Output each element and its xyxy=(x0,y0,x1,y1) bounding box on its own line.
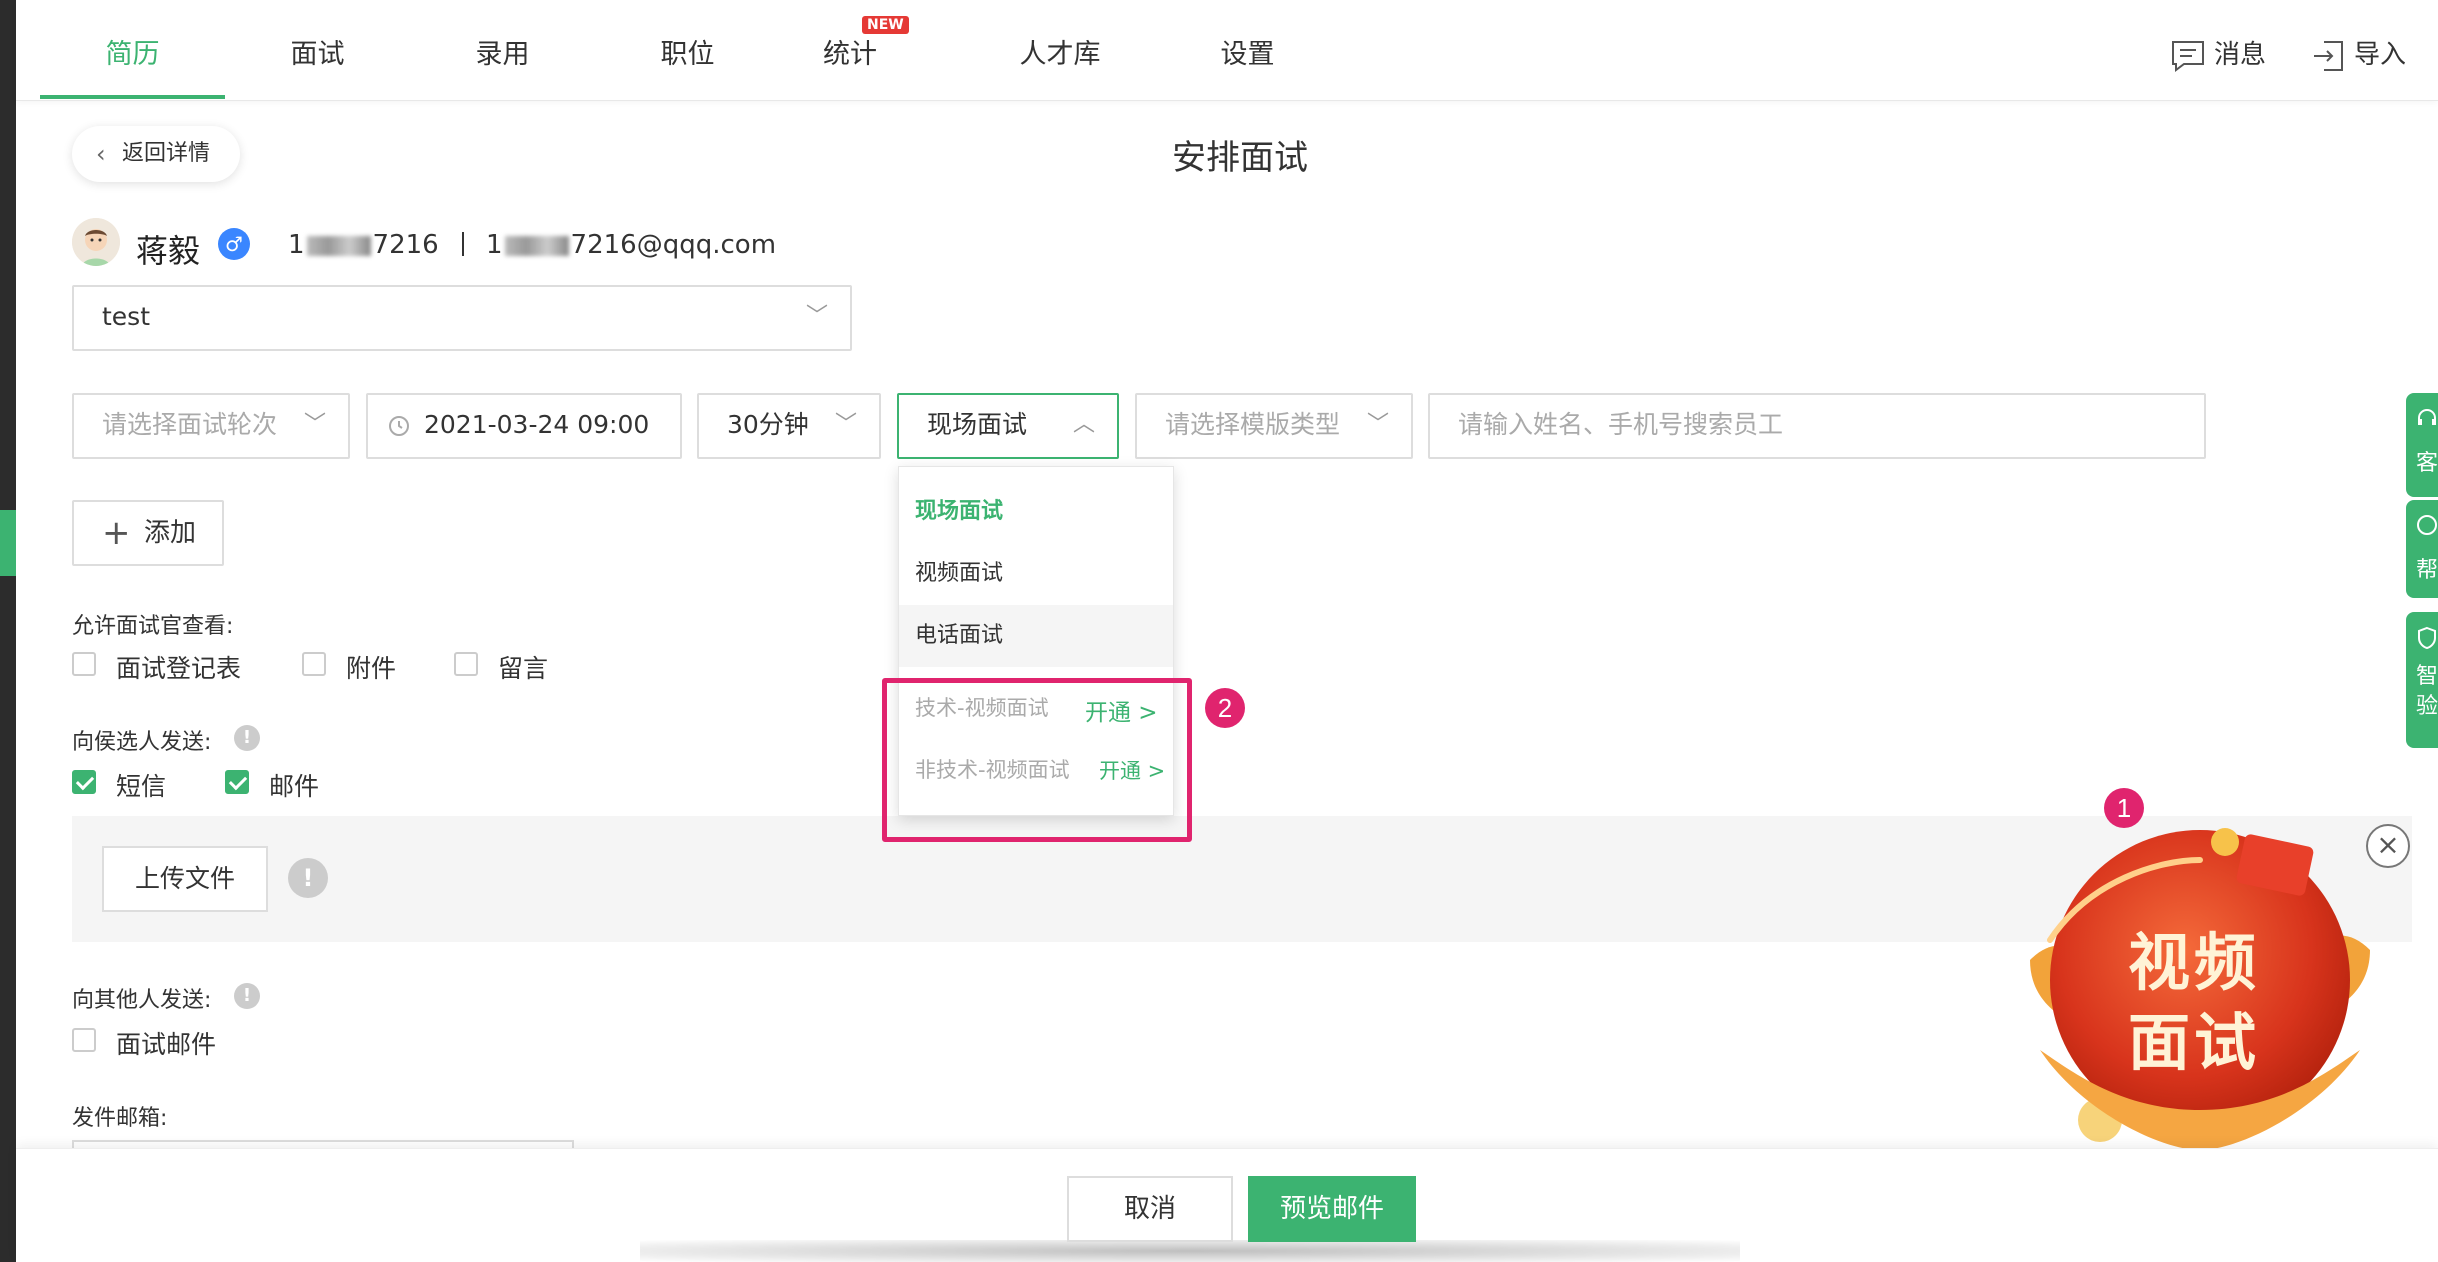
candidate-name: 蒋毅 xyxy=(136,232,201,270)
attachment-label: 附件 xyxy=(346,654,397,683)
registration-form-label: 面试登记表 xyxy=(116,654,242,683)
chevron-down-icon: ﹀ xyxy=(1366,412,1389,437)
back-to-details-button[interactable]: ‹ 返回详情 xyxy=(72,126,240,182)
message-label: 留言 xyxy=(498,654,549,683)
chevron-up-icon: ︿ xyxy=(1072,412,1095,437)
info-icon[interactable]: ! xyxy=(234,725,260,751)
phone-masked xyxy=(306,235,371,256)
email-prefix: 1 xyxy=(486,230,503,260)
message-icon xyxy=(2172,40,2204,72)
option-video-interview[interactable]: 视频面试 xyxy=(899,543,1173,605)
interview-type-value: 现场面试 xyxy=(927,410,1028,439)
phone-prefix: 1 xyxy=(288,230,305,260)
highlight-annotation-box xyxy=(882,678,1192,842)
chevron-down-icon: ﹀ xyxy=(805,304,828,329)
sms-label: 短信 xyxy=(116,772,167,801)
preview-email-button[interactable]: 预览邮件 xyxy=(1248,1176,1416,1242)
left-edge-indicator xyxy=(0,510,16,576)
side-tab-customer-service[interactable]: 客 xyxy=(2406,393,2438,497)
email-checkbox[interactable] xyxy=(225,770,249,794)
side-tab-help[interactable]: 帮 xyxy=(2406,500,2438,598)
help-icon xyxy=(2417,515,2437,535)
import-icon xyxy=(2314,40,2343,71)
datetime-picker[interactable]: 2021-03-24 09:00 xyxy=(366,393,682,459)
message-checkbox[interactable] xyxy=(454,652,478,676)
side-tab-smart-verify[interactable]: 智验 xyxy=(2406,612,2438,748)
option-onsite-interview[interactable]: 现场面试 xyxy=(899,481,1173,543)
upload-file-button[interactable]: 上传文件 xyxy=(102,846,268,912)
chevron-down-icon: ﹀ xyxy=(834,412,857,437)
send-to-others-title: 向其他人发送: xyxy=(72,988,212,1013)
attachment-checkbox[interactable] xyxy=(302,652,326,676)
chevron-down-icon: ﹀ xyxy=(303,412,326,437)
info-icon[interactable]: ! xyxy=(288,858,328,898)
email-label: 邮件 xyxy=(269,772,320,801)
nav-tab-talent-pool[interactable]: 人才库 xyxy=(965,10,1155,100)
datetime-value: 2021-03-24 09:00 xyxy=(424,410,650,439)
headset-icon xyxy=(2418,409,2436,425)
candidate-email: 1 7216@qqq.com xyxy=(486,230,776,260)
nav-tab-hire[interactable]: 录用 xyxy=(410,10,595,100)
import-link[interactable]: 导入 xyxy=(2310,10,2406,100)
position-select-value: test xyxy=(102,302,151,331)
nav-active-underline xyxy=(40,95,225,99)
chevron-left-icon: ‹ xyxy=(96,140,106,168)
send-to-candidate-title: 向侯选人发送: xyxy=(72,730,212,755)
position-select[interactable]: test ﹀ xyxy=(72,285,852,351)
side-tab-label: 客 xyxy=(2416,451,2438,476)
nav-tab-settings[interactable]: 设置 xyxy=(1155,10,1340,100)
male-gender-icon: ♂ xyxy=(218,228,250,260)
employee-search-placeholder: 请输入姓名、手机号搜索员工 xyxy=(1458,410,1784,439)
messages-link[interactable]: 消息 xyxy=(2170,10,2266,100)
employee-search-input[interactable]: 请输入姓名、手机号搜索员工 xyxy=(1428,393,2206,459)
email-masked xyxy=(504,235,569,256)
plus-icon: + xyxy=(102,513,131,553)
side-tab-label: 帮 xyxy=(2416,558,2438,583)
option-phone-interview[interactable]: 电话面试 xyxy=(899,605,1173,667)
interviewer-view-title: 允许面试官查看: xyxy=(72,614,234,639)
duration-value: 30分钟 xyxy=(727,410,809,439)
import-label: 导入 xyxy=(2354,40,2407,70)
interview-email-label: 面试邮件 xyxy=(116,1030,217,1059)
registration-form-checkbox[interactable] xyxy=(72,652,96,676)
sender-mailbox-label: 发件邮箱: xyxy=(72,1106,168,1131)
avatar xyxy=(72,218,120,266)
add-button[interactable]: + 添加 xyxy=(72,500,224,566)
interview-round-placeholder: 请选择面试轮次 xyxy=(102,410,278,439)
video-interview-promo[interactable]: 视频 面试 xyxy=(2010,820,2390,1150)
cancel-button[interactable]: 取消 xyxy=(1067,1176,1233,1242)
nav-tab-interview[interactable]: 面试 xyxy=(225,10,410,100)
side-tab-label: 智验 xyxy=(2416,664,2438,719)
messages-label: 消息 xyxy=(2214,40,2267,70)
phone-suffix: 7216 xyxy=(372,230,439,260)
add-button-label: 添加 xyxy=(144,518,197,548)
duration-select[interactable]: 30分钟 ﹀ xyxy=(697,393,881,459)
promo-line-2: 面试 xyxy=(2128,1006,2261,1079)
left-edge-strip xyxy=(0,0,16,1262)
clock-icon xyxy=(389,416,409,436)
nav-tab-resume[interactable]: 简历 xyxy=(40,10,225,100)
page-title: 安排面试 xyxy=(1172,138,1308,178)
info-icon[interactable]: ! xyxy=(234,983,260,1009)
back-button-label: 返回详情 xyxy=(122,141,211,166)
sms-checkbox[interactable] xyxy=(72,770,96,794)
template-type-select[interactable]: 请选择模版类型 ﹀ xyxy=(1135,393,1413,459)
candidate-phone: 1 7216 xyxy=(288,230,439,260)
new-badge: NEW xyxy=(862,16,909,34)
template-type-placeholder: 请选择模版类型 xyxy=(1165,410,1341,439)
contact-divider xyxy=(462,232,464,256)
promo-line-1: 视频 xyxy=(2128,926,2261,999)
interview-type-select[interactable]: 现场面试 ︿ xyxy=(897,393,1119,459)
nav-tab-positions[interactable]: 职位 xyxy=(595,10,780,100)
shield-icon xyxy=(2418,626,2436,650)
footer-shadow xyxy=(640,1240,1740,1262)
interview-email-checkbox[interactable] xyxy=(72,1028,96,1052)
interview-round-select[interactable]: 请选择面试轮次 ﹀ xyxy=(72,393,350,459)
email-suffix: 7216@qqq.com xyxy=(570,230,777,260)
annotation-marker-2: 2 xyxy=(1205,688,1245,728)
